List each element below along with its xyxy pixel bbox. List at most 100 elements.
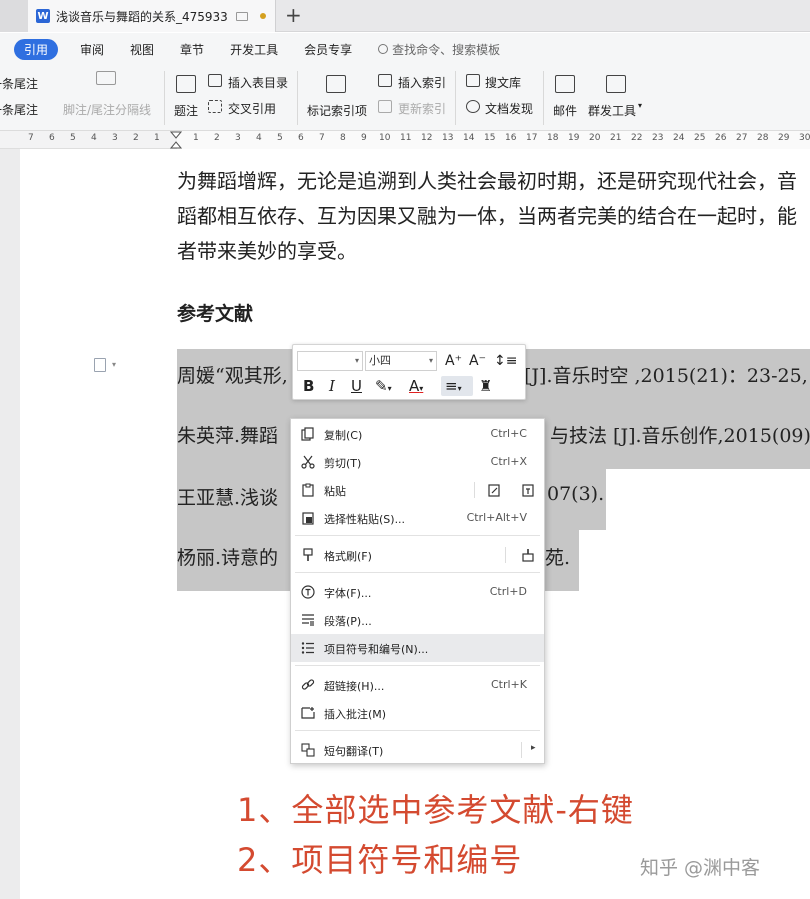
paste-text-only-icon[interactable] bbox=[521, 483, 535, 497]
mass-tools-button[interactable]: 群发工具 bbox=[588, 102, 636, 119]
reference-item[interactable]: 王亚慧.浅谈 bbox=[177, 483, 278, 510]
context-menu-label: 字体(F)... bbox=[324, 587, 372, 600]
font-color-label: A bbox=[409, 377, 420, 395]
annotation-step-2: 2、项目符号和编号 bbox=[237, 841, 523, 879]
tab-bar-left-stub[interactable] bbox=[0, 0, 28, 32]
bold-button[interactable]: B bbox=[303, 376, 314, 396]
ruler-tick: 27 bbox=[736, 133, 748, 143]
context-menu-item-paragraph[interactable]: 段落(P)... bbox=[291, 606, 544, 634]
format-painter-icon[interactable]: ♜ bbox=[479, 376, 492, 396]
tab-view[interactable]: 视图 bbox=[130, 41, 154, 58]
context-menu-item-format-painter[interactable]: 格式刷(F) bbox=[291, 541, 544, 569]
references-heading[interactable]: 参考文献 bbox=[177, 299, 253, 326]
ruler-tick: 26 bbox=[715, 133, 727, 143]
reference-item-tail[interactable]: 苑. bbox=[545, 543, 570, 570]
ruler-tick: 20 bbox=[589, 133, 601, 143]
mass-tools-caret-icon: ▾ bbox=[638, 101, 643, 110]
paste-keep-format-icon[interactable] bbox=[487, 483, 501, 497]
reference-item[interactable]: 杨丽.诗意的 bbox=[177, 543, 278, 570]
document-tab[interactable]: W 浅谈音乐与舞蹈的关系_475933 bbox=[28, 0, 276, 32]
next-endnote-button[interactable]: 下一条尾注 bbox=[0, 101, 38, 118]
tab-section[interactable]: 章节 bbox=[180, 41, 204, 58]
context-menu-separator bbox=[295, 665, 540, 666]
context-menu-label: 短句翻译(T) bbox=[324, 745, 384, 758]
ruler-tick: 15 bbox=[484, 133, 496, 143]
document-outline-icon[interactable] bbox=[94, 358, 106, 372]
context-menu-label: 超链接(H)... bbox=[324, 680, 385, 693]
context-menu-item-paste-special[interactable]: 选择性粘贴(S)... Ctrl+Alt+V bbox=[291, 504, 544, 532]
body-paragraph-line[interactable]: 者带来美妙的享受。 bbox=[177, 235, 357, 264]
ruler-tick: 17 bbox=[526, 133, 538, 143]
ruler-tick: 23 bbox=[652, 133, 664, 143]
command-search[interactable]: 查找命令、搜索模板 bbox=[378, 41, 500, 58]
ruler-tick: 7 bbox=[319, 133, 325, 143]
tab-references[interactable]: 引用 bbox=[14, 38, 59, 60]
ruler-tick: 29 bbox=[778, 133, 790, 143]
format-painter-alt-icon[interactable] bbox=[521, 548, 535, 562]
context-menu-item-cut[interactable]: 剪切(T) Ctrl+X bbox=[291, 448, 544, 476]
body-paragraph-line[interactable]: 蹈都相互依存、互为因果又融为一体，当两者完美的结合在一起时，能 bbox=[177, 200, 797, 229]
context-menu-item-bullets-numbering[interactable]: 项目符号和编号(N)... bbox=[291, 634, 544, 662]
footnote-separator-icon bbox=[96, 71, 116, 85]
context-menu: 复制(C) Ctrl+C 剪切(T) Ctrl+X 粘贴 选择性粘贴(S)...… bbox=[290, 418, 545, 764]
ruler-tick: 19 bbox=[568, 133, 580, 143]
cross-reference-button[interactable]: 交叉引用 bbox=[228, 100, 276, 117]
monitor-icon[interactable] bbox=[235, 11, 248, 21]
tab-bar: W 浅谈音乐与舞蹈的关系_475933 + bbox=[0, 0, 810, 32]
context-menu-item-hyperlink[interactable]: 超链接(H)... Ctrl+K bbox=[291, 671, 544, 699]
reference-item-tail[interactable]: 07(3). bbox=[547, 483, 604, 505]
increase-font-icon[interactable]: A⁺ bbox=[445, 351, 462, 371]
ruler[interactable]: 7 6 5 4 3 2 1 1 2 3 4 5 6 7 8 9 10 11 12… bbox=[0, 131, 810, 149]
separator-line-button[interactable]: 脚注/尾注分隔线 bbox=[63, 101, 151, 118]
reference-item[interactable]: 朱英萍.舞蹈 bbox=[177, 421, 278, 448]
chevron-down-icon[interactable]: ▾ bbox=[112, 360, 116, 369]
insert-index-button[interactable]: 插入索引 bbox=[398, 74, 446, 91]
wps-window: W 浅谈音乐与舞蹈的关系_475933 + 引用 审阅 视图 章节 开发工具 会… bbox=[0, 0, 810, 899]
mail-button[interactable]: 邮件 bbox=[553, 102, 577, 119]
caption-button[interactable]: 题注 bbox=[174, 102, 198, 119]
prev-endnote-button[interactable]: 上一条尾注 bbox=[0, 75, 38, 92]
context-menu-item-insert-comment[interactable]: 插入批注(M) bbox=[291, 699, 544, 727]
tab-review[interactable]: 审阅 bbox=[80, 41, 104, 58]
font-size-select[interactable]: 小四 ▾ bbox=[365, 351, 437, 371]
search-library-button[interactable]: 搜文库 bbox=[485, 74, 521, 91]
align-left-icon: ≡▾ bbox=[445, 377, 462, 395]
ruler-tick: 3 bbox=[112, 133, 118, 143]
reference-item[interactable]: 周媛“观其形, bbox=[177, 361, 288, 388]
underline-button[interactable]: U bbox=[351, 376, 362, 396]
highlight-icon[interactable]: ✎▾ bbox=[375, 376, 392, 399]
tab-developer[interactable]: 开发工具 bbox=[230, 41, 278, 58]
italic-button[interactable]: I bbox=[329, 376, 335, 396]
body-paragraph-line[interactable]: 为舞蹈增辉，无论是追溯到人类社会最初时期，还是研究现代社会，音 bbox=[177, 165, 797, 194]
context-menu-divider bbox=[521, 742, 522, 758]
align-button[interactable]: ≡▾ bbox=[441, 376, 473, 396]
font-name-select[interactable]: ▾ bbox=[297, 351, 363, 371]
font-color-button[interactable]: A▾ bbox=[409, 376, 423, 399]
mark-index-entry-button[interactable]: 标记索引项 bbox=[307, 102, 367, 119]
line-spacing-icon[interactable]: ↕≡ bbox=[494, 351, 517, 371]
paste-special-icon bbox=[302, 512, 314, 525]
context-menu-item-translate[interactable]: 短句翻译(T) ▸ bbox=[291, 736, 544, 764]
tab-member[interactable]: 会员专享 bbox=[304, 41, 352, 58]
context-menu-label: 格式刷(F) bbox=[324, 550, 372, 563]
new-tab-button[interactable]: + bbox=[285, 5, 302, 25]
context-menu-label: 项目符号和编号(N)... bbox=[324, 643, 429, 656]
indent-marker-icon[interactable] bbox=[170, 131, 182, 149]
context-menu-separator bbox=[295, 535, 540, 536]
doc-discovery-button[interactable]: 文档发现 bbox=[485, 100, 533, 117]
context-menu-item-copy[interactable]: 复制(C) Ctrl+C bbox=[291, 420, 544, 448]
command-search-placeholder: 查找命令、搜索模板 bbox=[392, 42, 501, 57]
caption-icon bbox=[176, 75, 196, 93]
decrease-font-icon[interactable]: A⁻ bbox=[469, 351, 486, 371]
ruler-tick: 2 bbox=[214, 133, 220, 143]
ruler-tick: 21 bbox=[610, 133, 622, 143]
ruler-tick: 4 bbox=[256, 133, 262, 143]
context-menu-item-font[interactable]: 字体(F)... Ctrl+D bbox=[291, 578, 544, 606]
reference-item-tail[interactable]: 与技法 [J].音乐创作,2015(09). bbox=[550, 421, 810, 448]
watermark: 知乎 @渊中客 bbox=[640, 857, 761, 879]
reference-item-tail[interactable]: [J].音乐时空 ,2015(21)：23-25, bbox=[524, 361, 808, 388]
update-index-button[interactable]: 更新索引 bbox=[398, 100, 446, 117]
insert-table-of-figures-button[interactable]: 插入表目录 bbox=[228, 74, 288, 91]
ruler-tick: 16 bbox=[505, 133, 517, 143]
context-menu-item-paste[interactable]: 粘贴 bbox=[291, 476, 544, 504]
